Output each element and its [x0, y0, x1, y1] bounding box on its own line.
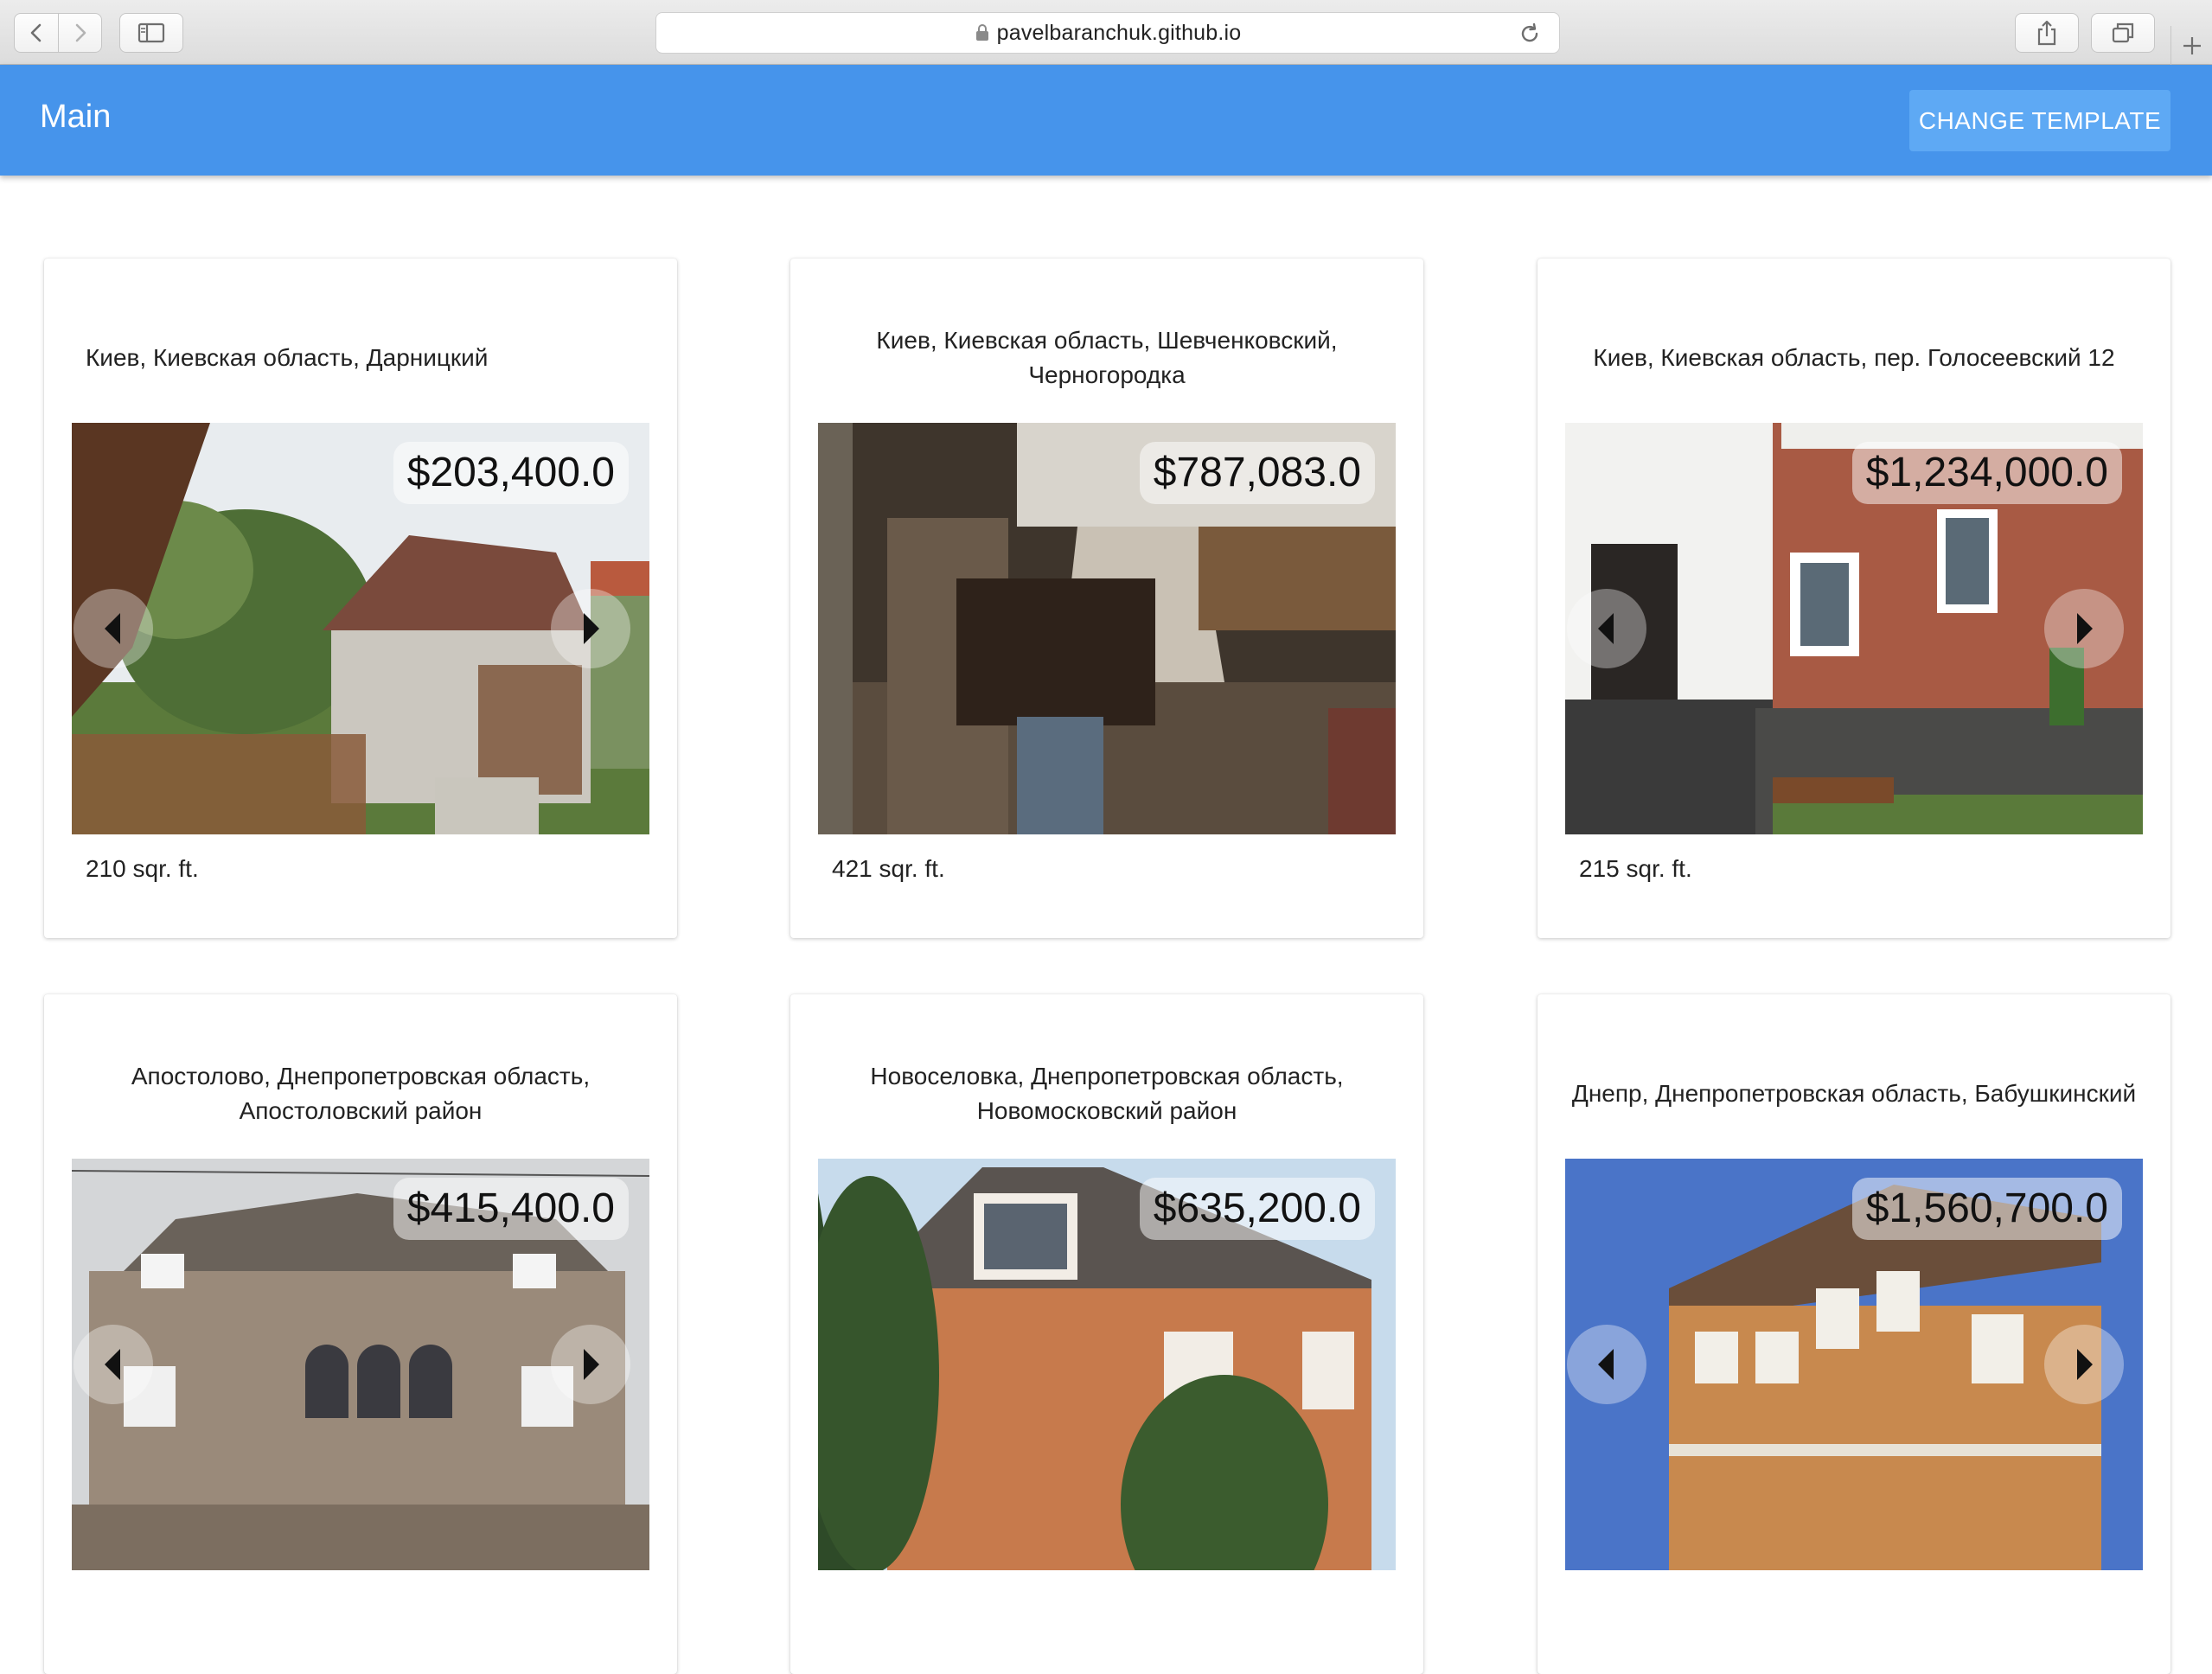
carousel-next-button[interactable] [2044, 589, 2124, 668]
price-badge: $635,200.0 [1139, 1178, 1375, 1240]
price-badge: $1,234,000.0 [1851, 442, 2122, 504]
listing-photo-carousel: $1,560,700.0 [1565, 1159, 2143, 1570]
carousel-prev-button[interactable] [74, 1325, 153, 1404]
change-template-button[interactable]: CHANGE TEMPLATE [1909, 90, 2170, 151]
listing-photo-carousel: $787,083.0 [818, 423, 1396, 834]
listing-address: Киев, Киевская область, Дарницкий [86, 344, 489, 371]
listing-card[interactable]: Киев, Киевская область, пер. Голосеевски… [1538, 259, 2170, 938]
price-badge: $1,560,700.0 [1851, 1178, 2122, 1240]
carousel-prev-button[interactable] [1567, 589, 1646, 668]
listing-address: Апостолово, Днепропетровская область, Ап… [131, 1063, 591, 1124]
listing-card[interactable]: Днепр, Днепропетровская область, Бабушки… [1538, 994, 2170, 1674]
carousel-prev-button[interactable] [74, 589, 153, 668]
listing-address: Киев, Киевская область, Шевченковский, Ч… [876, 327, 1338, 388]
arrow-left-icon [1598, 1349, 1614, 1380]
price-badge: $203,400.0 [393, 442, 629, 504]
listing-card[interactable]: Киев, Киевская область, Дарницкий $203,4… [44, 259, 677, 938]
arrow-right-icon [2077, 1349, 2093, 1380]
arrow-left-icon [105, 1349, 120, 1380]
listing-address: Новоселовка, Днепропетровская область, Н… [870, 1063, 1344, 1124]
page-title: Main [40, 99, 112, 135]
listing-address: Киев, Киевская область, пер. Голосеевски… [1593, 344, 2115, 371]
arrow-right-icon [584, 613, 599, 644]
listing-photo-carousel: $203,400.0 [72, 423, 649, 834]
price-badge: $787,083.0 [1139, 442, 1375, 504]
listing-area: 421 sqr. ft. [832, 855, 945, 882]
carousel-next-button[interactable] [2044, 1325, 2124, 1404]
listing-address: Днепр, Днепропетровская область, Бабушки… [1571, 1080, 2137, 1107]
arrow-right-icon [584, 1349, 599, 1380]
arrow-left-icon [105, 613, 120, 644]
price-badge: $415,400.0 [393, 1178, 629, 1240]
listing-photo-carousel: $635,200.0 [818, 1159, 1396, 1570]
carousel-next-button[interactable] [551, 1325, 630, 1404]
listing-photo-carousel: $1,234,000.0 [1565, 423, 2143, 834]
listing-area: 215 sqr. ft. [1579, 855, 1692, 882]
arrow-left-icon [1598, 613, 1614, 644]
app-bar: Main CHANGE TEMPLATE [0, 65, 2212, 176]
listing-card[interactable]: Апостолово, Днепропетровская область, Ап… [44, 994, 677, 1674]
listing-card[interactable]: Киев, Киевская область, Шевченковский, Ч… [790, 259, 1423, 938]
listing-area: 210 sqr. ft. [86, 855, 199, 882]
listing-grid: Киев, Киевская область, Дарницкий $203,4… [0, 0, 2212, 1674]
arrow-right-icon [2077, 613, 2093, 644]
listing-card[interactable]: Новоселовка, Днепропетровская область, Н… [790, 994, 1423, 1674]
carousel-next-button[interactable] [551, 589, 630, 668]
listing-photo-carousel: $415,400.0 [72, 1159, 649, 1570]
carousel-prev-button[interactable] [1567, 1325, 1646, 1404]
